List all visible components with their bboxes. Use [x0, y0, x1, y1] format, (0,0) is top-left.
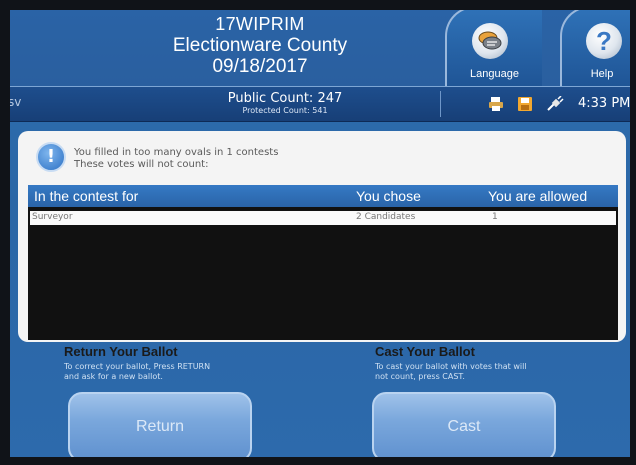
overvote-message: You filled in too many ovals in 1 contes… [74, 147, 278, 171]
cast-instruction-text: To cast your ballot with votes that will… [375, 362, 527, 382]
save-disk-icon [517, 96, 533, 116]
public-count: Public Count: 247 [227, 91, 343, 106]
language-button[interactable]: Language [445, 6, 542, 86]
header-contest: In the contest for [34, 188, 139, 204]
cast-button[interactable]: Cast [372, 392, 556, 462]
contest-allowed: 1 [492, 212, 498, 222]
help-label: Help [590, 68, 614, 80]
bezel-top [0, 0, 636, 10]
cast-instruction-line2: not count, press CAST. [375, 372, 465, 381]
status-left-fragment: sv [8, 95, 22, 109]
printer-icon [488, 96, 504, 116]
return-instruction-line1: To correct your ballot, Press RETURN [64, 362, 211, 371]
county-name: Electionware County [172, 35, 348, 56]
clock-time: 4:33 PM [578, 96, 631, 111]
table-header: In the contest for You chose You are all… [28, 185, 618, 207]
protected-count: Protected Count: 541 [242, 106, 328, 115]
power-plug-icon [546, 94, 564, 116]
bezel-right [630, 0, 636, 465]
election-title-block: 17WIPRIM Electionware County 09/18/2017 [140, 14, 380, 77]
contest-chose: 2 Candidates [356, 212, 416, 222]
overvote-message-line1: You filled in too many ovals in 1 contes… [74, 147, 279, 158]
cast-instruction-line1: To cast your ballot with votes that will [375, 362, 527, 371]
overvote-message-line2: These votes will not count: [74, 159, 209, 170]
table-row[interactable]: Surveyor 2 Candidates 1 [30, 211, 616, 225]
election-name: 17WIPRIM [215, 14, 305, 34]
language-icon [472, 23, 508, 59]
contest-table: In the contest for You chose You are all… [28, 185, 618, 340]
return-instruction-line2: and ask for a new ballot. [64, 372, 163, 381]
header-you-are-allowed: You are allowed [488, 188, 588, 204]
status-bar: sv Public Count: 247 Protected Count: 54… [8, 86, 636, 122]
contest-name: Surveyor [32, 212, 73, 222]
status-icons [488, 94, 572, 116]
ballot-review-screen: 17WIPRIM Electionware County 09/18/2017 … [0, 0, 636, 465]
cast-instruction-title: Cast Your Ballot [375, 344, 475, 359]
return-instruction-title: Return Your Ballot [64, 344, 178, 359]
election-date: 09/18/2017 [212, 56, 308, 77]
help-button[interactable]: ? Help [560, 6, 636, 86]
count-display: Public Count: 247 Protected Count: 541 [205, 91, 365, 115]
status-divider [440, 91, 441, 117]
return-instruction-text: To correct your ballot, Press RETURN and… [64, 362, 210, 382]
bezel-left [0, 0, 10, 465]
header-you-chose: You chose [356, 188, 421, 204]
bezel-bottom [0, 457, 636, 465]
language-label: Language [470, 68, 519, 80]
info-icon: ! [36, 142, 66, 172]
help-icon: ? [586, 23, 622, 59]
return-button[interactable]: Return [68, 392, 252, 462]
